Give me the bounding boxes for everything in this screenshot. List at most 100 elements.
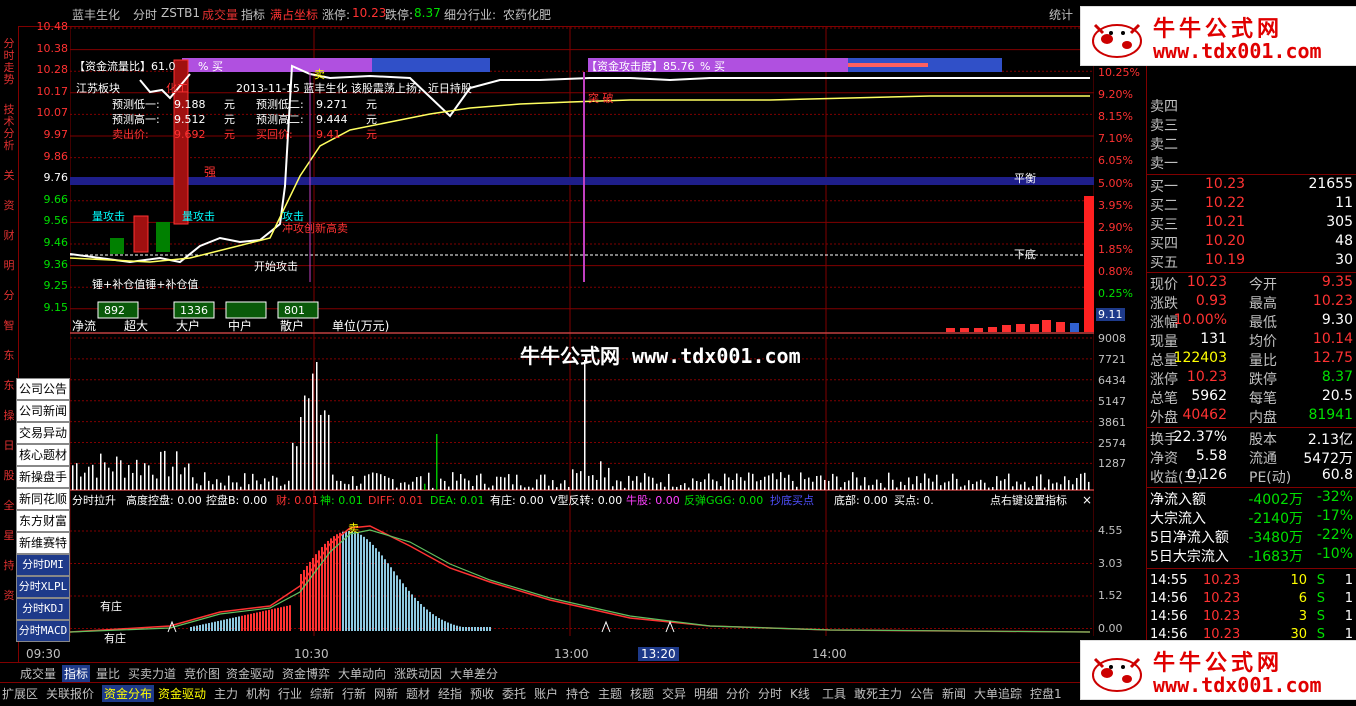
extension-tab[interactable]: 资金驱动 <box>158 685 206 702</box>
leftnav-item[interactable]: 股 <box>1 470 17 482</box>
chart-tab[interactable]: 资金博弈 <box>282 665 330 682</box>
volume-label[interactable]: 成交量 <box>202 6 238 23</box>
menu-item[interactable]: 分时XLPL <box>16 576 70 598</box>
chart-tab[interactable]: 资金驱动 <box>226 665 274 682</box>
leftnav-item[interactable]: 智 <box>1 320 17 332</box>
volume-tick: 1287 <box>1098 457 1126 471</box>
bid-row: 买五 10.19 30 <box>1147 252 1356 271</box>
menu-item[interactable]: 核心题材 <box>16 444 70 466</box>
menu-item[interactable]: 公司公告 <box>16 378 70 400</box>
volume-bar <box>1040 474 1042 490</box>
extension-tab[interactable]: 主题 <box>598 685 622 702</box>
close-icon[interactable]: × <box>1082 493 1092 507</box>
extension-tab[interactable]: 核题 <box>630 685 654 702</box>
volume-tick: 7721 <box>1098 352 1126 366</box>
volume-bar <box>544 474 546 490</box>
stat-label: 流通 <box>1249 451 1277 467</box>
menu-item[interactable]: 新同花顺 <box>16 488 70 510</box>
volume-bar <box>612 486 614 490</box>
volume-bar <box>660 482 662 490</box>
leftnav-item[interactable]: 分时走势 <box>1 38 17 86</box>
extension-tab[interactable]: 公告 <box>910 685 934 702</box>
extension-tab[interactable]: 工具 <box>822 685 846 702</box>
extension-tab[interactable]: 明细 <box>694 685 718 702</box>
extension-tab[interactable]: 关联报价 <box>46 685 94 702</box>
volume-bar <box>620 481 622 490</box>
chart-tab[interactable]: 成交量 <box>20 665 56 682</box>
extension-tab[interactable]: K线 <box>790 685 810 702</box>
volume-bar <box>836 476 838 490</box>
leftnav-item[interactable]: 分 <box>1 290 17 302</box>
chart-tab[interactable]: 涨跌动因 <box>394 665 442 682</box>
leftnav-item[interactable]: 关 <box>1 170 17 182</box>
leftnav-item[interactable]: 星 <box>1 530 17 542</box>
extension-tab[interactable]: 资金分布 <box>102 685 155 702</box>
extension-tab[interactable]: 分时 <box>758 685 782 702</box>
menu-item[interactable]: 东方财富 <box>16 510 70 532</box>
extension-tab[interactable]: 行业 <box>278 685 302 702</box>
volume-bar <box>540 474 542 490</box>
leftnav-item[interactable]: 资 <box>1 590 17 602</box>
extension-tab[interactable]: 机构 <box>246 685 270 702</box>
volume-bar <box>396 487 398 490</box>
chart-tab[interactable]: 竞价图 <box>184 665 220 682</box>
chart-tab[interactable]: 指标 <box>62 665 91 682</box>
extension-tab[interactable]: 分价 <box>726 685 750 702</box>
volume-bar <box>884 487 886 490</box>
leftnav-item[interactable]: 财 <box>1 230 17 242</box>
menu-item[interactable]: 新操盘手 <box>16 466 70 488</box>
leftnav-item[interactable]: 资 <box>1 200 17 212</box>
extension-tab[interactable]: 扩展区 <box>2 685 38 702</box>
extension-tab[interactable]: 大单追踪 <box>974 685 1022 702</box>
volume-bar <box>184 467 186 490</box>
chart-tab[interactable]: 大单差分 <box>450 665 498 682</box>
leftnav-item[interactable]: 全 <box>1 500 17 512</box>
extension-tab[interactable]: 题材 <box>406 685 430 702</box>
tick-price: 10.23 <box>1203 591 1241 606</box>
volume-bar <box>400 482 402 490</box>
volume-bar <box>536 479 538 490</box>
menu-item[interactable]: 分时MACD <box>16 620 70 642</box>
stat-row: 涨跌 0.93 最高 10.23 <box>1147 293 1356 312</box>
leftnav-item[interactable]: 持 <box>1 560 17 572</box>
extension-tab[interactable]: 主力 <box>214 685 238 702</box>
breakthrough-label: 突 破 <box>588 91 614 105</box>
extension-tab[interactable]: 委托 <box>502 685 526 702</box>
extension-tab[interactable]: 持仓 <box>566 685 590 702</box>
stats-button[interactable]: 统计 <box>1049 6 1073 23</box>
chart-tab[interactable]: 量比 <box>96 665 120 682</box>
extension-tab[interactable]: 综新 <box>310 685 334 702</box>
extension-tab[interactable]: 敢死主力 <box>854 685 902 702</box>
leftnav-item[interactable]: 明 <box>1 260 17 272</box>
indicator-label[interactable]: 指标 <box>241 6 265 23</box>
intraday-chart[interactable]: 【资金流量比】61.0% 买【资金攻击度】85.76% 买江苏板块 化工 2013-… <box>70 26 1094 646</box>
leftnav-item[interactable]: 东 <box>1 350 17 362</box>
extension-tab[interactable]: 控盘1 <box>1030 685 1062 702</box>
leftnav-item[interactable]: 技术分析 <box>1 104 17 152</box>
indicator-name[interactable]: ZSTB1 <box>161 6 200 20</box>
leftnav-item[interactable]: 东 <box>1 380 17 392</box>
menu-item[interactable]: 分时KDJ <box>16 598 70 620</box>
leftnav-item[interactable]: 操 <box>1 410 17 422</box>
mode-label[interactable]: 分时 <box>133 6 157 23</box>
leftnav-item[interactable]: 日 <box>1 440 17 452</box>
extension-tab[interactable]: 网新 <box>374 685 398 702</box>
indicator-tick: 4.55 <box>1098 524 1123 537</box>
menu-item[interactable]: 新维赛特 <box>16 532 70 554</box>
indicator-bar <box>223 619 225 631</box>
indicator-bar <box>286 605 288 631</box>
extension-tab[interactable]: 预收 <box>470 685 494 702</box>
extension-tab[interactable]: 交异 <box>662 685 686 702</box>
chart-tab[interactable]: 买卖力道 <box>128 665 176 682</box>
menu-item[interactable]: 交易异动 <box>16 422 70 444</box>
menu-item[interactable]: 分时DMI <box>16 554 70 576</box>
extension-tab[interactable]: 行新 <box>342 685 366 702</box>
coord-label[interactable]: 满占坐标 <box>270 6 318 23</box>
extension-tab[interactable]: 账户 <box>534 685 558 702</box>
chart-tab[interactable]: 大单动向 <box>338 665 386 682</box>
extension-tab[interactable]: 新闻 <box>942 685 966 702</box>
menu-item[interactable]: 公司新闻 <box>16 400 70 422</box>
price-tick: 9.15 <box>43 300 69 314</box>
stat-value: 2.13亿 <box>1307 432 1353 448</box>
extension-tab[interactable]: 经指 <box>438 685 462 702</box>
